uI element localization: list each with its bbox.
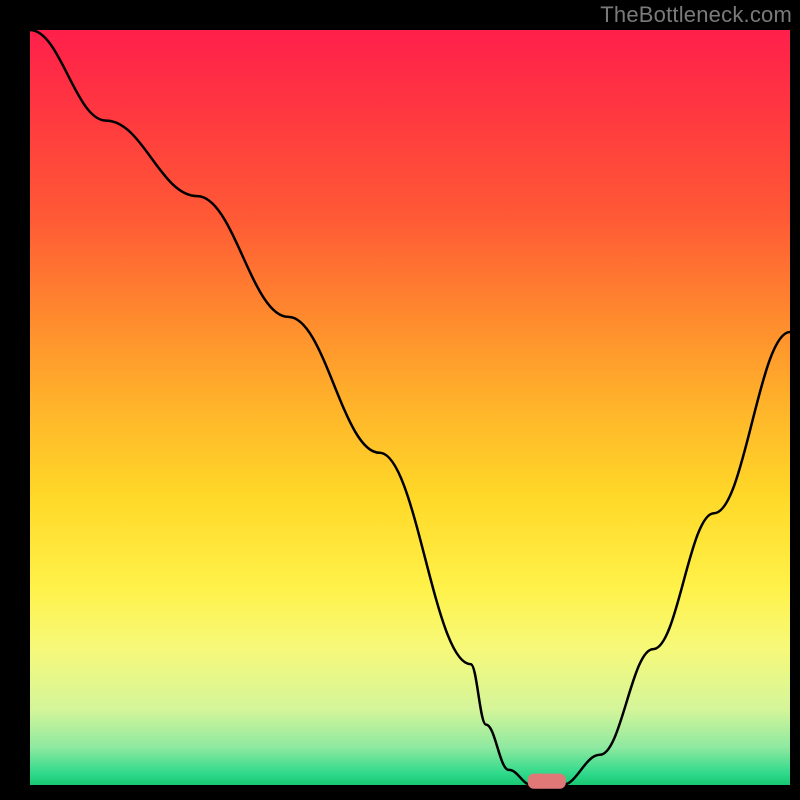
chart-container: TheBottleneck.com: [0, 0, 800, 800]
watermark-text: TheBottleneck.com: [600, 2, 792, 28]
bottleneck-chart: [0, 0, 800, 800]
gradient-background: [30, 30, 790, 785]
optimal-marker: [528, 774, 566, 789]
